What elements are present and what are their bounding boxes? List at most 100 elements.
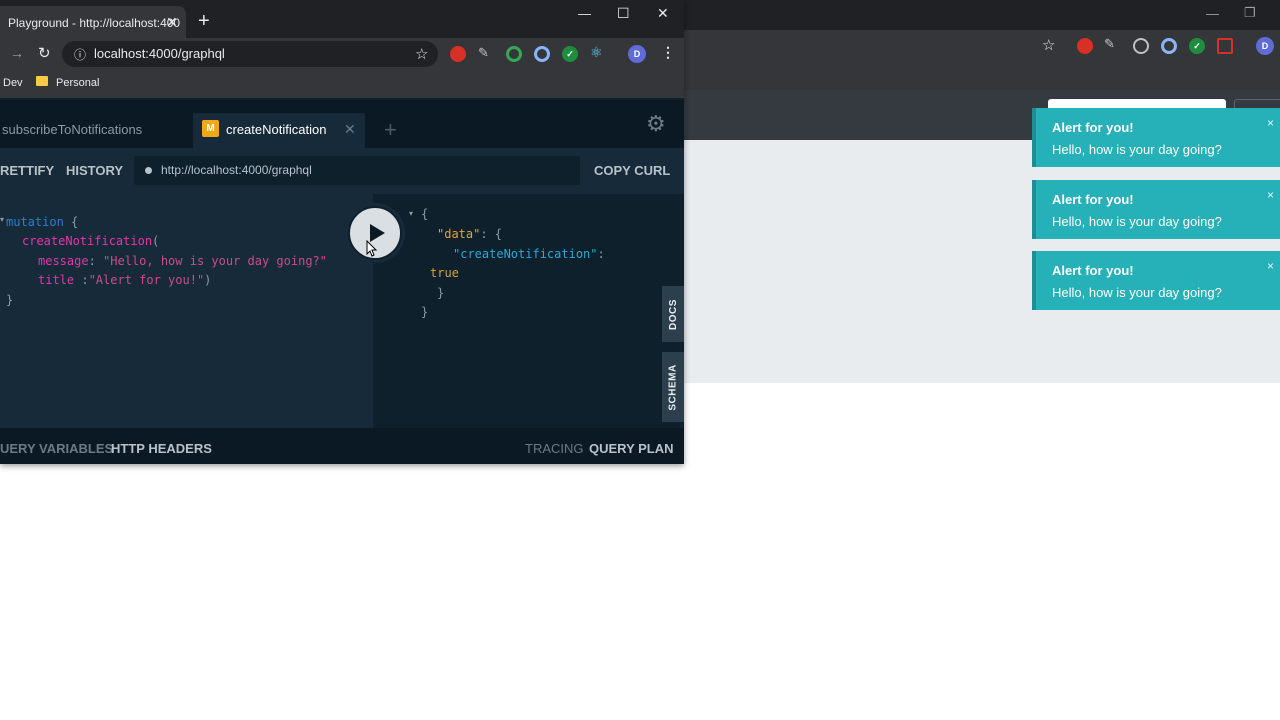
extension-red-icon[interactable] (1077, 38, 1093, 54)
query-plan-tab[interactable]: QUERY PLAN (589, 441, 674, 456)
result-line: } (437, 286, 445, 300)
minimize-icon[interactable]: — (1206, 6, 1219, 21)
foreground-browser-window: Playground - http://localhost:400 ✕ + — … (0, 0, 684, 464)
reload-icon[interactable]: ↻ (38, 44, 51, 62)
history-button[interactable]: HISTORY (66, 163, 123, 178)
argument-name: message (38, 254, 89, 268)
extension-check-icon[interactable]: ✓ (1189, 38, 1205, 54)
prettify-button[interactable]: RETTIFY (0, 163, 54, 178)
extension-red-icon[interactable] (450, 46, 466, 62)
punctuation: { (63, 215, 79, 229)
result-line: "data": { (437, 227, 502, 241)
tracing-tab[interactable]: TRACING (525, 441, 584, 456)
browser-tab[interactable]: Playground - http://localhost:400 (0, 6, 186, 38)
code-line: mutation { (6, 215, 78, 229)
extension-target-icon[interactable] (506, 46, 522, 62)
extension-target-icon[interactable] (1133, 38, 1149, 54)
toast-title: Alert for you! (1052, 120, 1134, 135)
schema-tab-label: SCHEMA (667, 363, 679, 411)
new-tab-icon[interactable]: + (198, 10, 210, 33)
close-tab-icon[interactable]: ✕ (166, 14, 178, 31)
avatar-letter: D (1261, 41, 1269, 51)
toast-title: Alert for you! (1052, 192, 1134, 207)
avatar[interactable]: D (1256, 37, 1274, 55)
json-key: "createNotification" (453, 247, 598, 261)
extension-circle-icon[interactable] (534, 46, 550, 62)
toast-title: Alert for you! (1052, 263, 1134, 278)
close-tab-icon[interactable]: ✕ (344, 121, 356, 138)
restore-icon[interactable]: ❐ (1244, 5, 1256, 21)
docs-tab-label: DOCS (667, 298, 679, 330)
bookmark-personal[interactable]: Personal (56, 77, 99, 89)
toast-notification: Alert for you! Hello, how is your day go… (1032, 180, 1280, 239)
avatar-letter: D (633, 49, 641, 59)
bg-bookmarks-bar (684, 62, 1280, 90)
fold-arrow-icon[interactable]: ▾ (0, 215, 4, 224)
extension-pen-icon[interactable]: ✎ (478, 45, 489, 61)
docs-tab[interactable]: DOCS (662, 286, 684, 342)
extension-pen-icon[interactable]: ✎ (1104, 36, 1115, 52)
extension-check-icon[interactable]: ✓ (562, 46, 578, 62)
extension-circle-icon[interactable] (1161, 38, 1177, 54)
mutation-badge: M (202, 120, 219, 137)
toast-notification: Alert for you! Hello, how is your day go… (1032, 108, 1280, 167)
code-line: message: "Hello, how is your day going?" (38, 254, 327, 268)
bookmark-star-icon[interactable]: ☆ (1042, 36, 1055, 54)
copy-curl-button[interactable]: COPY CURL (594, 163, 670, 178)
folder-icon (36, 76, 48, 86)
punctuation: ( (152, 234, 160, 248)
keyword: mutation (6, 215, 64, 229)
extension-grid-icon[interactable] (1217, 38, 1233, 54)
minimize-icon[interactable]: — (578, 6, 591, 21)
argument-name: title (38, 273, 75, 287)
code-line: } (6, 293, 14, 307)
bookmark-dev[interactable]: Dev (3, 77, 23, 89)
toast-message: Hello, how is your day going? (1052, 214, 1222, 229)
result-value: true (430, 266, 459, 280)
fold-arrow-icon[interactable]: ▾ (409, 209, 413, 218)
punctuation: : (74, 273, 89, 287)
close-icon[interactable]: × (1267, 188, 1274, 202)
endpoint-url: http://localhost:4000/graphql (161, 163, 312, 177)
mutation-badge-letter: M (206, 123, 215, 134)
code-line: title :"Alert for you!") (38, 273, 211, 287)
punctuation: : (88, 254, 104, 268)
bookmark-star-icon[interactable]: ☆ (415, 45, 428, 63)
json-key: "data" (437, 227, 481, 241)
react-devtools-icon[interactable]: ⚛ (590, 44, 603, 61)
result-pane (373, 194, 684, 428)
bookmarks-bar: Dev Personal (0, 70, 684, 98)
result-line: "createNotification": (453, 247, 605, 261)
punctuation: ) (204, 273, 212, 287)
close-icon[interactable]: × (1267, 259, 1274, 273)
maximize-icon[interactable]: ☐ (617, 5, 630, 22)
result-line: } (421, 305, 429, 319)
mouse-cursor-icon (366, 240, 378, 257)
punctuation: : (597, 247, 605, 261)
avatar[interactable]: D (628, 45, 646, 63)
browser-tab-title: Playground - http://localhost:400 (8, 16, 181, 30)
gear-icon[interactable]: ⚙ (646, 111, 666, 137)
bg-titlebar: — ❐ (684, 0, 1280, 30)
close-window-icon[interactable]: ✕ (657, 5, 669, 22)
http-headers-tab[interactable]: HTTP HEADERS (111, 441, 212, 456)
tab-label: createNotification (226, 122, 327, 137)
add-tab-icon[interactable]: + (384, 117, 397, 143)
query-editor[interactable] (0, 194, 373, 428)
schema-tab[interactable]: SCHEMA (662, 352, 684, 422)
punctuation: : { (480, 227, 503, 241)
tab-subscribe-to-notifications[interactable]: subscribeToNotifications (2, 122, 142, 137)
bg-toolbar: ☆ ✎ ✓ D (684, 30, 1280, 62)
toast-message: Hello, how is your day going? (1052, 285, 1222, 300)
string-value: "Hello, how is your day going?" (103, 254, 327, 268)
close-icon[interactable]: × (1267, 116, 1274, 130)
field-name: createNotification (22, 234, 153, 248)
string-value: "Alert for you!" (88, 273, 205, 287)
toast-notification: Alert for you! Hello, how is your day go… (1032, 251, 1280, 310)
menu-kebab-icon[interactable]: ⋮ (661, 44, 675, 61)
forward-icon[interactable]: → (10, 45, 24, 61)
toast-message: Hello, how is your day going? (1052, 142, 1222, 157)
result-line: { (421, 207, 429, 221)
info-icon[interactable]: ⓘ (74, 46, 86, 63)
query-variables-tab[interactable]: UERY VARIABLES (0, 441, 113, 456)
